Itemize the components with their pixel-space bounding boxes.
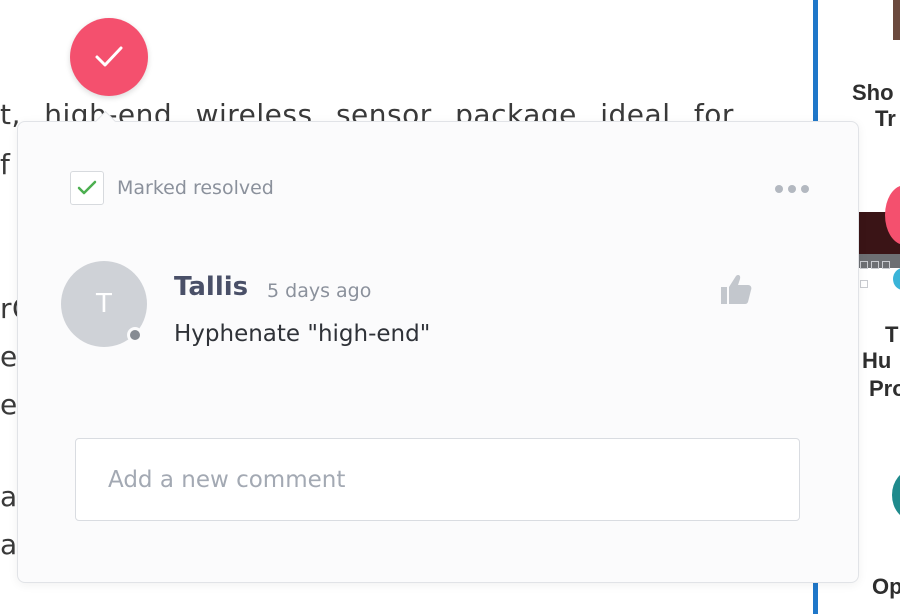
comment-author[interactable]: Tallis — [174, 272, 248, 302]
sidebar-badge — [892, 470, 900, 520]
resolved-status: Marked resolved — [70, 171, 274, 205]
like-button[interactable] — [718, 272, 754, 308]
sidebar-card-title[interactable]: Pro — [869, 376, 900, 402]
resolved-checkbox[interactable] — [70, 171, 104, 205]
comment-body: Hyphenate "high-end" — [174, 321, 431, 347]
document-text-line: e — [0, 388, 18, 421]
thumbs-up-icon — [721, 275, 752, 304]
more-horizontal-icon-dot — [788, 185, 796, 193]
sidebar-thumbnail[interactable] — [893, 0, 900, 40]
sidebar-card-title[interactable]: Op — [872, 574, 900, 600]
comment-timestamp: 5 days ago — [267, 280, 372, 302]
video-control-icon — [860, 280, 868, 288]
resolve-marker-button[interactable] — [70, 18, 148, 96]
more-options-button[interactable] — [775, 181, 809, 197]
presence-status-dot — [127, 327, 143, 343]
sidebar-card-title[interactable]: Hu — [862, 348, 891, 374]
checkbox-checked-icon — [77, 180, 97, 195]
new-comment-input[interactable] — [75, 438, 800, 521]
video-control-icon — [882, 261, 890, 269]
sidebar-badge — [893, 268, 900, 290]
video-control-icon — [860, 261, 868, 269]
comment-popover: Marked resolved T Tallis 5 days ago Hyph… — [17, 121, 859, 583]
sidebar-card-title[interactable]: Tr — [875, 106, 896, 132]
document-text-line: a — [0, 480, 18, 513]
resolved-label: Marked resolved — [117, 177, 274, 199]
video-control-icon — [871, 261, 879, 269]
editor-stage: t, high-end wireless sensor package idea… — [0, 0, 900, 614]
more-horizontal-icon-dot — [801, 185, 809, 193]
sidebar-card-title[interactable]: T — [885, 322, 898, 348]
sidebar-video-controls — [857, 254, 900, 288]
sidebar-card-title[interactable]: Sho — [852, 80, 894, 106]
more-horizontal-icon-dot — [775, 185, 783, 193]
check-icon — [95, 46, 123, 67]
document-text-line: f — [0, 148, 11, 181]
